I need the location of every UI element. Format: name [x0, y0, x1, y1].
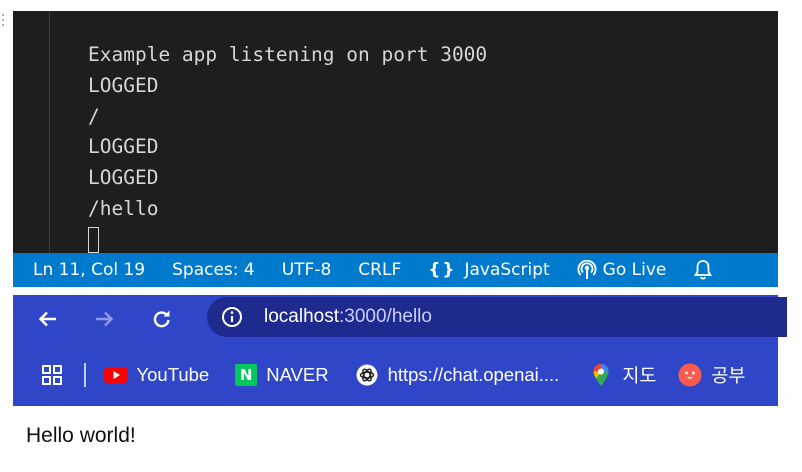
naver-icon: N	[235, 364, 258, 386]
bookmark-chat-openai[interactable]: https://chat.openai....	[355, 357, 560, 393]
terminal-line: Example app listening on port 3000	[88, 43, 488, 66]
url-path: :3000/hello	[339, 306, 432, 327]
terminal-line: /hello	[88, 196, 159, 220]
status-cursor-position-label: Ln 11, Col 19	[33, 260, 146, 280]
youtube-icon	[103, 365, 128, 385]
status-bar: Ln 11, Col 19 Spaces: 4 UTF-8 CRLF {} Ja…	[13, 253, 778, 287]
broadcast-icon	[577, 260, 597, 280]
browser-toolbar: localhost:3000/hello	[13, 295, 787, 341]
status-indentation[interactable]: Spaces: 4	[172, 253, 255, 287]
terminal-panel[interactable]: Example app listening on port 3000 LOGGE…	[13, 11, 778, 256]
site-info-icon[interactable]	[220, 305, 244, 329]
bookmark-naver[interactable]: N NAVER	[235, 357, 329, 393]
address-url: localhost:3000/hello	[264, 306, 432, 328]
apps-button[interactable]	[40, 357, 64, 393]
openai-icon	[355, 364, 379, 386]
status-go-live[interactable]: Go Live	[577, 253, 667, 287]
bookmark-label: https://chat.openai....	[387, 364, 560, 385]
bookmark-label: 지도	[622, 365, 657, 386]
terminal-line: LOGGED	[88, 135, 159, 159]
status-language-mode[interactable]: {} JavaScript	[428, 253, 549, 287]
arrow-right-icon	[96, 311, 114, 327]
status-cursor-position[interactable]: Ln 11, Col 19	[33, 253, 145, 287]
study-icon	[678, 363, 702, 387]
reload-icon	[153, 310, 170, 328]
status-go-live-label: Go Live	[602, 260, 667, 280]
bookmark-study[interactable]: 공부	[678, 357, 745, 393]
status-indentation-label: Spaces: 4	[172, 260, 255, 280]
bookmarks-bar: YouTube N NAVER https://chat.openai....	[13, 347, 778, 403]
notifications-button[interactable]	[693, 253, 719, 287]
status-eol-label: CRLF	[358, 260, 402, 280]
bookmark-label: YouTube	[136, 364, 210, 385]
indent-guide	[49, 11, 50, 253]
status-language-label: JavaScript	[464, 260, 550, 280]
terminal-line: LOGGED	[88, 166, 159, 190]
reload-button[interactable]	[146, 303, 178, 335]
vscode-window: Example app listening on port 3000 LOGGE…	[13, 11, 778, 287]
arrow-left-icon	[38, 311, 56, 327]
terminal-line: /	[88, 104, 100, 128]
browser-window: localhost:3000/hello YouTube N NAVER htt…	[13, 295, 787, 406]
terminal-output: Example app listening on port 3000 LOGGE…	[88, 40, 487, 256]
status-encoding[interactable]: UTF-8	[282, 253, 332, 287]
terminal-line: LOGGED	[88, 73, 159, 97]
bookmark-youtube[interactable]: YouTube	[103, 357, 210, 393]
braces-icon: {}	[428, 260, 457, 280]
page-body-text: Hello world!	[26, 424, 136, 447]
drag-handle[interactable]	[1, 14, 5, 38]
bookmark-maps[interactable]: 지도	[589, 357, 656, 393]
forward-button[interactable]	[88, 303, 120, 335]
status-encoding-label: UTF-8	[281, 260, 332, 280]
bookmark-label: 공부	[711, 365, 746, 386]
terminal-prompt-line[interactable]	[88, 225, 487, 256]
back-button[interactable]	[32, 303, 64, 335]
bookmark-label: NAVER	[266, 364, 329, 385]
bookmarks-divider	[84, 363, 86, 387]
status-eol[interactable]: CRLF	[358, 253, 401, 287]
apps-grid-icon	[42, 365, 62, 385]
maps-pin-icon	[589, 364, 613, 386]
terminal-cursor	[88, 227, 99, 254]
address-bar[interactable]: localhost:3000/hello	[207, 297, 787, 337]
url-host: localhost	[264, 306, 339, 327]
bell-icon	[693, 259, 713, 281]
